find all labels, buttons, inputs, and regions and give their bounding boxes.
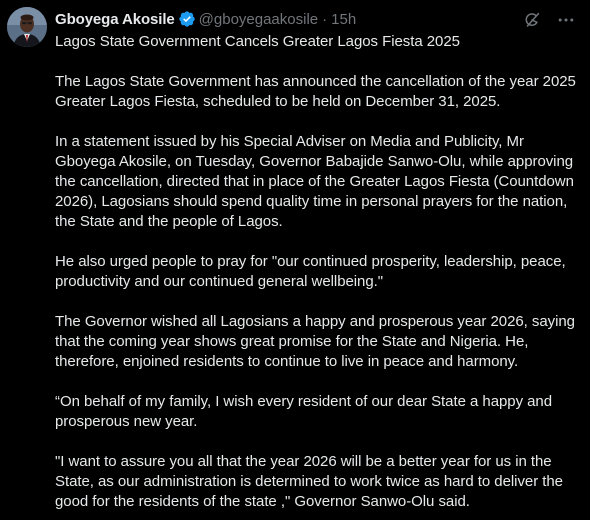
tweet-paragraph-2: In a statement issued by his Special Adv… [55,133,574,230]
tweet-paragraph-6: "I want to assure you all that the year … [55,453,563,510]
header-actions [522,10,576,30]
tweet-content: Gboyega Akosile @gboyegaakosile · 15h La… [55,8,576,520]
separator-dot: · [322,10,328,28]
verified-badge-icon[interactable] [178,10,196,28]
tweet-paragraph-3: He also urged people to pray for "our co… [55,253,566,290]
tweet-paragraph-5: “On behalf of my family, I wish every re… [55,393,553,430]
tweet: Gboyega Akosile @gboyegaakosile · 15h La… [0,0,590,520]
author-name[interactable]: Gboyega Akosile [55,11,175,28]
tweet-text: Lagos State Government Cancels Greater L… [55,32,576,512]
tweet-header: Gboyega Akosile @gboyegaakosile · 15h [55,8,576,30]
tweet-headline: Lagos State Government Cancels Greater L… [55,33,460,50]
avatar-image [7,7,47,47]
timestamp[interactable]: 15h [331,11,356,28]
more-options-icon[interactable] [556,10,576,30]
grok-icon[interactable] [522,10,542,30]
tweet-paragraph-4: The Governor wished all Lagosians a happ… [55,313,575,370]
tweet-paragraph-1: The Lagos State Government has announced… [55,73,576,110]
author-handle[interactable]: @gboyegaakosile [199,11,318,28]
avatar[interactable] [7,7,47,47]
